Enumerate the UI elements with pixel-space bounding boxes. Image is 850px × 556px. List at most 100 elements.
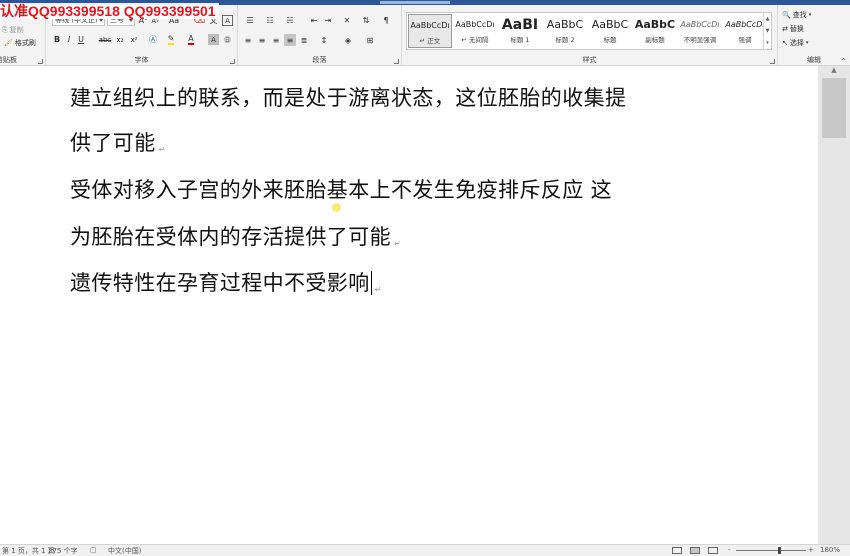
style-no-spacing-name-text: 无间隔 — [469, 36, 489, 44]
copy-icon: ⎘ — [2, 25, 8, 34]
char-shading-button[interactable]: A — [208, 34, 219, 45]
web-layout-icon[interactable] — [708, 547, 718, 554]
clipboard-launcher[interactable] — [38, 59, 43, 64]
paragraph-group-label: 段落 — [312, 56, 327, 64]
enclose-char-icon: ㊐ — [224, 35, 231, 44]
find-label: 查找 — [792, 11, 807, 19]
style-heading-1-sample: AaBI — [501, 17, 539, 33]
doc-line-4[interactable]: 为胚胎在受体内的存活提供了可能 ↵ — [70, 223, 401, 258]
highlight-button[interactable]: ✎ — [164, 34, 178, 45]
show-marks-button[interactable]: ¶ — [380, 14, 392, 26]
style-subtle-emphasis-sample: AaBbCcDı — [680, 20, 720, 29]
line-spacing-button[interactable]: ↕ — [316, 34, 332, 46]
highlighter-icon: ✎ — [167, 33, 175, 45]
style-no-spacing[interactable]: AaBbCcDı ↵ 无间隔 — [453, 14, 497, 48]
gallery-up-icon[interactable]: ▲ — [764, 13, 771, 25]
read-mode-icon[interactable] — [672, 547, 682, 554]
watermark-banner: 认准QQ993399518 QQ993399501 — [0, 3, 219, 19]
page-count[interactable]: 第 1 页，共 1 页 — [2, 546, 55, 556]
shading-button[interactable]: ◈ — [340, 34, 356, 46]
style-subtle-emphasis[interactable]: AaBbCcDı 不明显强调 — [678, 14, 722, 48]
styles-launcher[interactable] — [770, 59, 775, 64]
doc-line-3[interactable]: 受体对移入子宫的外来胚胎基本上不发生免疫排斥反应 这 — [70, 176, 612, 204]
increase-indent-button[interactable]: ⇥ — [322, 14, 334, 26]
doc-line-5[interactable]: 遗传特性在孕育过程中不受影响 ↵ — [70, 269, 382, 304]
style-heading-2[interactable]: AaBbC 标题 2 — [543, 14, 587, 48]
word-count[interactable]: 275 个字 — [48, 546, 78, 556]
align-center-icon: ≡ — [258, 35, 266, 45]
font-color-button[interactable]: A — [184, 34, 198, 45]
zoom-in-button[interactable]: + — [808, 546, 814, 554]
select-button[interactable]: ↖ 选择 ▾ — [782, 38, 808, 48]
gallery-more-icon[interactable]: ▾ — [764, 37, 771, 49]
distributed-button[interactable]: ≣ — [298, 34, 310, 46]
scroll-up-icon[interactable]: ▲ — [818, 66, 850, 76]
style-subtitle[interactable]: AaBbC 副标题 — [633, 14, 677, 48]
font-color-label: A — [188, 33, 194, 45]
vertical-scrollbar[interactable]: ▲ — [818, 66, 850, 544]
bullets-button[interactable]: ☰ — [242, 14, 258, 26]
decrease-indent-icon: ⇤ — [310, 15, 318, 25]
replace-button[interactable]: ⇄ 替换 — [782, 24, 804, 34]
bold-button[interactable]: B — [52, 34, 62, 45]
underline-label: U — [78, 35, 84, 44]
status-bar: 第 1 页，共 1 页 275 个字 ▢ 中文(中国) - + 180% — [0, 544, 850, 556]
align-center-button[interactable]: ≡ — [256, 34, 268, 46]
align-right-icon: ≡ — [272, 35, 280, 45]
paragraph-group: ☰ ☷ ☵ ⇤ ⇥ ✕ ⇅ ¶ ≡ ≡ ≡ ≡ ≣ ↕ ◈ ⊞ 段落 — [238, 5, 402, 66]
gallery-scroll[interactable]: ▲ ▼ ▾ — [763, 13, 771, 49]
multilevel-list-button[interactable]: ☵ — [282, 14, 298, 26]
find-button[interactable]: 🔍 查找 ▾ — [782, 10, 811, 20]
style-no-spacing-name: ↵ 无间隔 — [461, 36, 489, 44]
format-painter-button[interactable]: 🖌 格式刷 — [4, 38, 36, 48]
style-emphasis[interactable]: AaBbCcDı 强调 — [723, 14, 767, 48]
chinese-layout-button[interactable]: ✕ — [340, 14, 354, 26]
align-left-button[interactable]: ≡ — [242, 34, 254, 46]
italic-button[interactable]: I — [64, 34, 74, 45]
font-launcher[interactable] — [230, 59, 235, 64]
style-normal[interactable]: AaBbCcDı ↵ 正文 — [408, 14, 452, 48]
copy-button[interactable]: ⎘ 复制 — [2, 25, 24, 35]
language-indicator[interactable]: 中文(中国) — [108, 546, 141, 556]
document-page[interactable]: 建立组织上的联系，而是处于游离状态，这位胚胎的收集提 供了可能 ↵ 受体对移入子宫… — [0, 66, 818, 544]
doc-line-2[interactable]: 供了可能 ↵ — [70, 129, 166, 164]
italic-label: I — [67, 35, 71, 44]
style-title[interactable]: AaBbC 标题 — [588, 14, 632, 48]
sort-button[interactable]: ⇅ — [360, 14, 372, 26]
text-effects-button[interactable]: Ⓐ — [146, 34, 160, 45]
proofing-icon[interactable]: ▢ — [90, 546, 97, 554]
borders-button[interactable]: ⊞ — [362, 34, 378, 46]
zoom-slider-knob[interactable] — [778, 547, 781, 554]
justify-icon: ≡ — [286, 35, 294, 45]
print-layout-icon[interactable] — [690, 547, 700, 554]
underline-button[interactable]: U — [76, 34, 86, 45]
decrease-indent-button[interactable]: ⇤ — [308, 14, 320, 26]
char-border-button[interactable]: A — [222, 15, 233, 26]
scroll-thumb[interactable] — [822, 78, 846, 138]
zoom-out-button[interactable]: - — [728, 546, 731, 554]
align-right-button[interactable]: ≡ — [270, 34, 282, 46]
paint-bucket-icon: ◈ — [344, 35, 352, 45]
bullets-icon: ☰ — [246, 15, 254, 25]
doc-line-1[interactable]: 建立组织上的联系，而是处于游离状态，这位胚胎的收集提 — [70, 84, 626, 112]
enclose-char-button[interactable]: ㊐ — [222, 34, 233, 45]
superscript-button[interactable]: x² — [128, 34, 140, 45]
zoom-level[interactable]: 180% — [820, 546, 840, 554]
numbering-button[interactable]: ☷ — [262, 14, 278, 26]
document-area: 建立组织上的联系，而是处于游离状态，这位胚胎的收集提 供了可能 ↵ 受体对移入子宫… — [0, 66, 818, 544]
chinese-layout-icon: ✕ — [343, 15, 351, 25]
collapse-ribbon-button[interactable]: ^ — [841, 58, 846, 65]
doc-line-4-text: 为胚胎在受体内的存活提供了可能 — [70, 225, 391, 249]
strikethrough-button[interactable]: abc — [98, 34, 112, 45]
style-heading-1[interactable]: AaBI 标题 1 — [498, 14, 542, 48]
justify-button[interactable]: ≡ — [284, 34, 296, 46]
style-subtitle-name: 副标题 — [645, 36, 665, 44]
doc-line-5-text: 遗传特性在孕育过程中不受影响 — [70, 271, 370, 295]
copy-label: 复制 — [9, 26, 24, 34]
paragraph-launcher[interactable] — [394, 59, 399, 64]
subscript-button[interactable]: x₂ — [114, 34, 126, 45]
pilcrow-icon: ¶ — [383, 15, 389, 25]
gallery-down-icon[interactable]: ▼ — [764, 25, 771, 37]
style-title-name: 标题 — [603, 36, 617, 44]
zoom-slider[interactable] — [736, 550, 806, 551]
